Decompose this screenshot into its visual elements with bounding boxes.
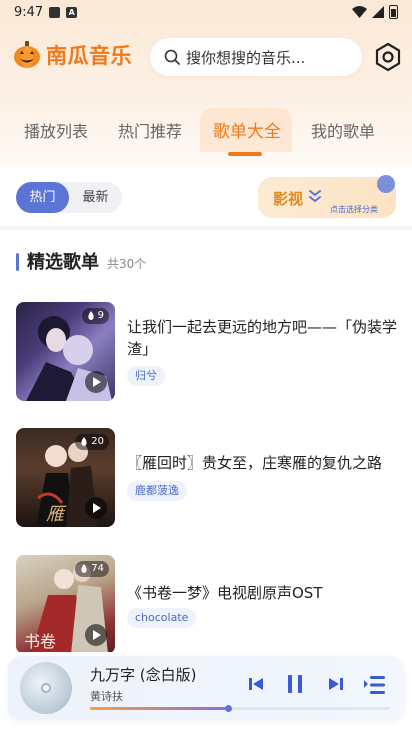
- mini-player[interactable]: 九万字 (念白版) 黄诗扶: [8, 656, 404, 720]
- progress-fill: [90, 707, 228, 710]
- flame-icon: [81, 564, 87, 573]
- playlist-queue-icon[interactable]: [364, 674, 386, 696]
- heat-badge: 9: [81, 308, 109, 324]
- playlist-title: 让我们一起去更远的地方吧——「伪装学渣」: [127, 318, 398, 358]
- playlist-title: 〖雁回时〗贵女至，庄寒雁的复仇之路: [127, 454, 383, 472]
- playlist-creator-tag[interactable]: 鹿都菠逸: [127, 481, 187, 501]
- wifi-icon: [352, 6, 367, 18]
- search-icon: [164, 49, 180, 65]
- settings-hexagon-icon[interactable]: [373, 42, 403, 72]
- flame-icon: [81, 437, 87, 446]
- section-title: 精选歌单: [27, 252, 99, 273]
- playlist-item[interactable]: 雁 20 〖雁回时〗贵女至，庄寒雁的复仇之路 鹿都菠逸: [0, 428, 412, 528]
- sort-segmented-control: 热门 最新: [16, 182, 122, 213]
- playlist-list: 9 让我们一起去更远的地方吧——「伪装学渣」 归兮 雁 20 〖雁回时〗贵女至，…: [0, 300, 412, 652]
- section-accent-bar: [16, 253, 19, 271]
- notification-icon: [49, 6, 61, 18]
- play-icon[interactable]: [85, 371, 107, 393]
- playlist-cover: 9: [16, 302, 115, 401]
- font-notification-icon: A: [66, 6, 78, 18]
- sort-latest-button[interactable]: 最新: [69, 182, 122, 213]
- status-time: 9:47: [14, 4, 44, 20]
- category-selector-button[interactable]: 影视 点击选择分类: [258, 175, 396, 218]
- heat-badge: 20: [75, 434, 109, 450]
- signal-icon: [372, 6, 384, 18]
- playlist-cover: 雁 20: [16, 428, 115, 527]
- main-tabs: 播放列表 热门推荐 歌单大全 我的歌单: [0, 116, 412, 160]
- pumpkin-icon: [14, 41, 40, 68]
- progress-bar[interactable]: [90, 705, 390, 712]
- heat-badge: 74: [75, 561, 109, 577]
- section-divider: [0, 226, 412, 230]
- play-icon[interactable]: [85, 624, 107, 646]
- battery-icon: [389, 5, 398, 19]
- sort-hot-button[interactable]: 热门: [16, 182, 69, 213]
- progress-knob[interactable]: [225, 705, 232, 712]
- active-tab-indicator: [228, 152, 262, 156]
- album-disc[interactable]: [20, 662, 72, 714]
- next-track-icon[interactable]: [328, 676, 344, 692]
- app-header: 南瓜音乐 搜你想搜的音乐...: [0, 36, 412, 80]
- playlist-item[interactable]: 书卷 74 《书卷一梦》电视剧原声OST chocolate: [0, 555, 412, 652]
- tab-play-list[interactable]: 播放列表: [24, 116, 88, 148]
- status-bar: 9:47 A: [0, 0, 412, 24]
- pause-icon[interactable]: [286, 674, 304, 694]
- playlist-cover: 书卷 74: [16, 555, 115, 652]
- decorative-circle: [377, 175, 395, 193]
- now-playing-title: 九万字 (念白版): [90, 666, 197, 684]
- flame-icon: [87, 311, 94, 320]
- section-header: 精选歌单 共30个: [16, 248, 146, 274]
- heat-count: 9: [97, 310, 104, 321]
- play-icon[interactable]: [85, 497, 107, 519]
- tab-hot-recommend[interactable]: 热门推荐: [118, 116, 182, 148]
- app-name: 南瓜音乐: [46, 44, 132, 68]
- section-count: 共30个: [107, 257, 147, 271]
- heat-count: 20: [91, 436, 104, 447]
- tab-my-playlists[interactable]: 我的歌单: [311, 116, 375, 148]
- playlist-title: 《书卷一梦》电视剧原声OST: [127, 584, 323, 602]
- playlist-creator-tag[interactable]: 归兮: [127, 366, 165, 386]
- app-logo: 南瓜音乐: [12, 40, 132, 70]
- previous-track-icon[interactable]: [248, 676, 264, 692]
- svg-text:雁: 雁: [46, 504, 67, 525]
- search-input[interactable]: 搜你想搜的音乐...: [150, 38, 362, 76]
- search-placeholder: 搜你想搜的音乐...: [186, 48, 306, 67]
- svg-text:书卷: 书卷: [24, 632, 56, 651]
- playlist-item[interactable]: 9 让我们一起去更远的地方吧——「伪装学渣」 归兮: [0, 302, 412, 402]
- double-chevron-down-icon: [309, 190, 321, 203]
- disc-center: [41, 683, 51, 693]
- playlist-creator-tag[interactable]: chocolate: [127, 608, 197, 628]
- category-hint: 点击选择分类: [330, 205, 378, 214]
- category-label: 影视: [273, 190, 304, 208]
- now-playing-artist: 黄诗扶: [90, 690, 123, 703]
- tab-playlist-collection[interactable]: 歌单大全: [213, 116, 281, 148]
- heat-count: 74: [91, 563, 104, 574]
